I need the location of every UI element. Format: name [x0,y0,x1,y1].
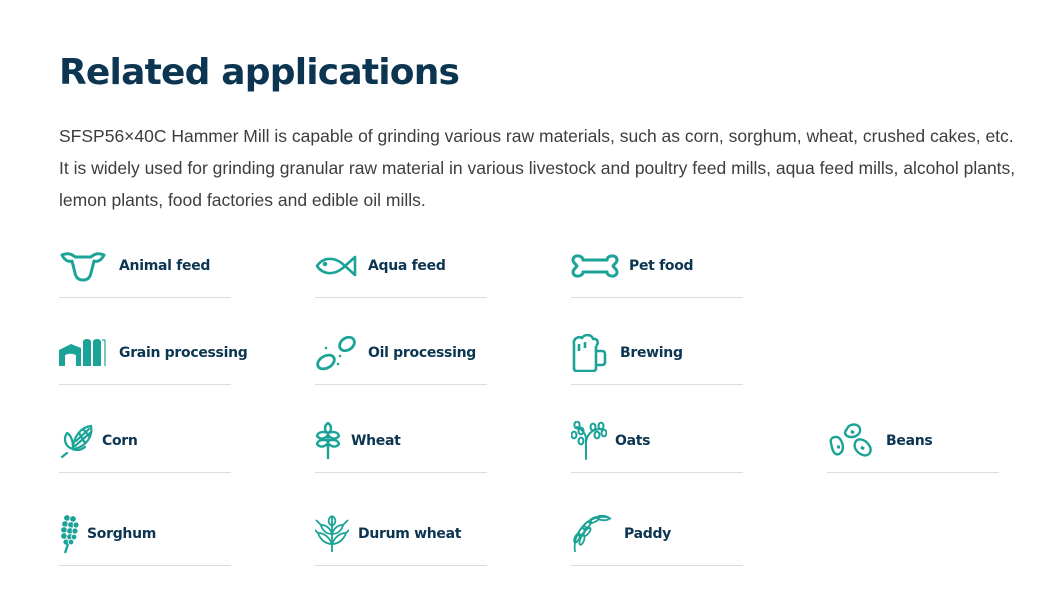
application-label: Pet food [629,258,694,274]
oil-drops-icon [315,333,365,373]
application-label: Brewing [620,345,683,361]
section-description: SFSP56×40C Hammer Mill is capable of gri… [59,126,1016,210]
application-item-corn[interactable]: Corn [59,413,231,473]
application-item-grain-processing[interactable]: Grain processing [59,325,248,385]
application-item-paddy[interactable]: Paddy [571,506,743,566]
page-title: Related applications [59,52,460,93]
grain-silo-icon [59,333,109,373]
application-label: Corn [102,433,138,449]
cow-head-icon [59,246,109,286]
application-label: Beans [886,433,933,449]
application-item-sorghum[interactable]: Sorghum [59,506,231,566]
application-label: Oil processing [368,345,476,361]
application-item-wheat[interactable]: Wheat [315,413,487,473]
application-item-oil-processing[interactable]: Oil processing [315,325,487,385]
application-item-animal-feed[interactable]: Animal feed [59,238,231,298]
application-item-aqua-feed[interactable]: Aqua feed [315,238,487,298]
application-label: Animal feed [119,258,211,274]
application-label: Grain processing [119,345,248,361]
application-label: Oats [615,433,651,449]
application-item-oats[interactable]: Oats [571,413,743,473]
fish-icon [315,246,365,286]
application-item-pet-food[interactable]: Pet food [571,238,743,298]
oats-icon [571,421,621,461]
application-item-beans[interactable]: Beans [827,413,999,473]
application-item-durum-wheat[interactable]: Durum wheat [315,506,487,566]
application-label: Sorghum [87,526,157,542]
beans-icon [827,421,877,461]
bone-icon [571,246,621,286]
application-item-brewing[interactable]: Brewing [571,325,743,385]
application-label: Aqua feed [368,258,446,274]
paddy-icon [571,514,621,554]
application-label: Paddy [624,526,672,542]
application-label: Durum wheat [358,526,462,542]
beer-mug-icon [571,333,621,373]
application-label: Wheat [351,433,401,449]
